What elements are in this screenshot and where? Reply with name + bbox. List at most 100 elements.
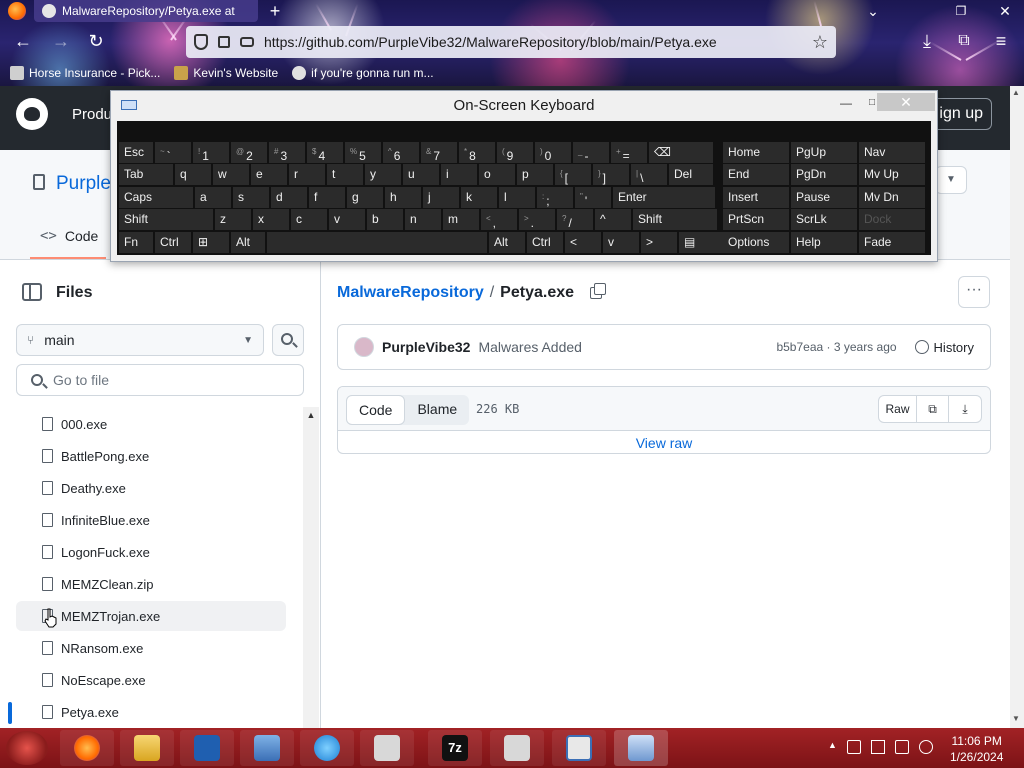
osk-key[interactable]: j [423, 187, 459, 208]
osk-key[interactable]: f [309, 187, 345, 208]
osk-key[interactable]: Del [669, 164, 713, 185]
osk-key[interactable]: ! 1 [193, 142, 229, 163]
taskbar-app-1[interactable] [360, 730, 414, 766]
osk-key[interactable]: Caps [119, 187, 193, 208]
osk-close-button[interactable]: ✕ [877, 93, 935, 111]
github-logo-icon[interactable] [16, 98, 48, 130]
tab-code[interactable]: <> Code [40, 228, 98, 244]
osk-key[interactable]: & 7 [421, 142, 457, 163]
osk-key[interactable]: x [253, 209, 289, 230]
osk-key[interactable]: ) 0 [535, 142, 571, 163]
osk-key[interactable]: a [195, 187, 231, 208]
taskbar-outlook[interactable] [180, 730, 234, 766]
osk-key[interactable]: Ctrl [155, 232, 191, 253]
osk-key[interactable]: z [215, 209, 251, 230]
osk-key[interactable]: ▤ [679, 232, 727, 253]
reload-icon[interactable]: ↻ [85, 30, 107, 52]
back-arrow-icon[interactable]: ← [12, 30, 34, 52]
osk-key[interactable]: | \ [631, 164, 667, 185]
file-tree-item[interactable]: MEMZClean.zip [16, 569, 286, 599]
osk-key[interactable]: + = [611, 142, 647, 163]
taskbar-clock[interactable]: 11:06 PM 1/26/2024 [950, 733, 1003, 765]
osk-key[interactable]: e [251, 164, 287, 185]
osk-key[interactable]: k [461, 187, 497, 208]
osk-key[interactable]: l [499, 187, 535, 208]
taskbar-osk[interactable] [614, 730, 668, 766]
scroll-up-arrow-icon[interactable]: ▲ [303, 407, 319, 423]
bookmark-horse-insurance[interactable]: Horse Insurance - Pick... [10, 66, 160, 80]
volume-muted-icon[interactable] [918, 740, 933, 754]
breadcrumb-repo-link[interactable]: MalwareRepository [337, 284, 484, 302]
osk-key[interactable]: p [517, 164, 553, 185]
browser-tab[interactable]: MalwareRepository/Petya.exe at [34, 0, 258, 22]
osk-key[interactable]: v [329, 209, 365, 230]
bookmark-if-youre-gonna[interactable]: if you're gonna run m... [292, 66, 434, 80]
osk-key[interactable]: n [405, 209, 441, 230]
bookmark-kevins-website[interactable]: Kevin's Website [174, 66, 278, 80]
osk-nav-key[interactable]: Nav [859, 142, 925, 163]
osk-key[interactable]: y [365, 164, 401, 185]
osk-key[interactable]: o [479, 164, 515, 185]
osk-key[interactable]: _ - [573, 142, 609, 163]
osk-key[interactable]: % 5 [345, 142, 381, 163]
blame-view-button[interactable]: Blame [405, 395, 469, 425]
osk-key[interactable]: ^ [595, 209, 631, 230]
osk-key[interactable]: Alt [231, 232, 265, 253]
osk-key[interactable]: g [347, 187, 383, 208]
file-tree-item[interactable]: NoEscape.exe [16, 665, 286, 695]
tray-expand-icon[interactable]: ▲ [828, 740, 837, 754]
osk-key[interactable]: @2 [231, 142, 267, 163]
osk-nav-key[interactable]: Pause [791, 187, 857, 208]
taskbar-app-2[interactable] [490, 730, 544, 766]
osk-nav-key[interactable]: Dock [859, 209, 925, 230]
osk-key[interactable]: v [603, 232, 639, 253]
osk-key[interactable]: u [403, 164, 439, 185]
osk-key[interactable]: Fn [119, 232, 153, 253]
osk-key[interactable]: ? / [557, 209, 593, 230]
file-tree-item[interactable]: InfiniteBlue.exe [16, 505, 286, 535]
more-options-button[interactable]: ··· [958, 276, 990, 308]
osk-nav-key[interactable]: Options [723, 232, 789, 253]
osk-nav-key[interactable]: Help [791, 232, 857, 253]
osk-key[interactable]: :; [537, 187, 573, 208]
minimize-icon[interactable]: — [833, 95, 859, 111]
file-tree-item[interactable]: Deathy.exe [16, 473, 286, 503]
file-tree-item[interactable]: 000.exe [16, 409, 286, 439]
page-scroll-down-icon[interactable]: ▼ [1012, 714, 1020, 723]
avatar[interactable] [354, 337, 374, 357]
file-tree-item[interactable]: Petya.exe [16, 697, 286, 727]
collapse-sidebar-icon[interactable] [22, 283, 42, 301]
osk-key[interactable]: (9 [497, 142, 533, 163]
osk-key[interactable]: ⊞ [193, 232, 229, 253]
file-tree-item[interactable]: BattlePong.exe [16, 441, 286, 471]
osk-nav-key[interactable]: Home [723, 142, 789, 163]
lock-icon[interactable] [218, 36, 230, 48]
osk-key[interactable]: s [233, 187, 269, 208]
url-text[interactable]: https://github.com/PurpleVibe32/MalwareR… [264, 34, 802, 50]
network-icon[interactable] [846, 740, 861, 754]
on-screen-keyboard-window[interactable]: On-Screen Keyboard — □ ✕ Esc ~ `! 1 @2 #3 $4% 5… [110, 90, 938, 262]
osk-nav-key[interactable]: End [723, 164, 789, 185]
osk-key[interactable]: h [385, 187, 421, 208]
osk-key[interactable]: $4 [307, 142, 343, 163]
osk-key[interactable]: Alt [489, 232, 525, 253]
osk-key[interactable]: d [271, 187, 307, 208]
new-tab-icon[interactable]: + [264, 0, 286, 22]
osk-key[interactable]: ~ ` [155, 142, 191, 163]
shield-icon[interactable] [194, 34, 208, 50]
permissions-icon[interactable] [240, 37, 254, 47]
osk-key[interactable]: Ctrl [527, 232, 563, 253]
osk-key[interactable]: > [641, 232, 677, 253]
commit-author-link[interactable]: PurpleVibe32 [382, 339, 470, 355]
flag-icon[interactable] [870, 740, 885, 754]
osk-title[interactable]: On-Screen Keyboard [111, 91, 937, 121]
taskbar-internet-explorer[interactable] [300, 730, 354, 766]
forward-arrow-icon[interactable]: → [50, 30, 72, 52]
osk-key[interactable]: < [565, 232, 601, 253]
view-raw-link[interactable]: View raw [338, 435, 990, 451]
restore-window-icon[interactable]: ❐ [950, 0, 972, 22]
osk-key[interactable]: Enter [613, 187, 715, 208]
osk-key[interactable]: Esc [119, 142, 153, 163]
osk-key[interactable]: }] [593, 164, 629, 185]
bookmark-star-icon[interactable]: ☆ [812, 32, 828, 53]
